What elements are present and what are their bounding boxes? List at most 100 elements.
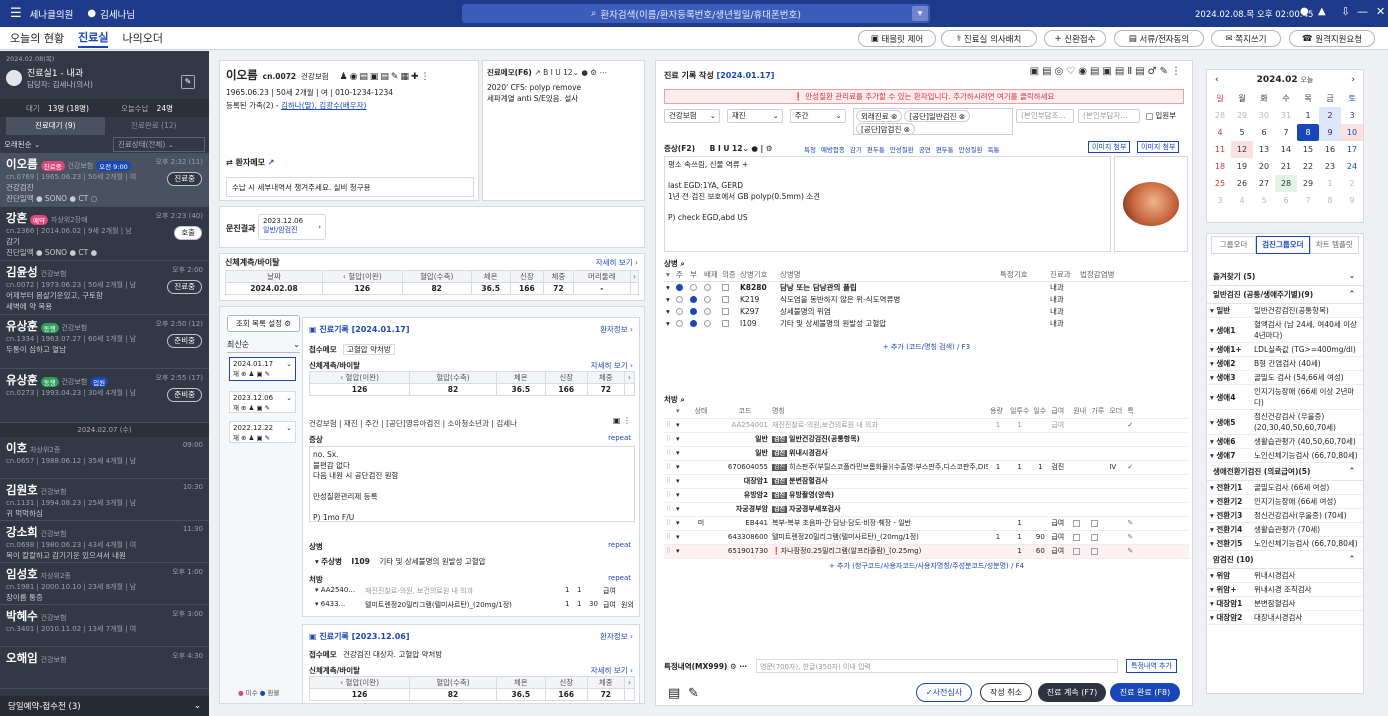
vitals-more-link[interactable]: 자세히 보기 › [596,257,638,268]
record2-vitals-more[interactable]: 자세히 보기 › [591,665,633,676]
rx-row[interactable]: ⠿ ▾ 일반 검진 위내시경검사 [664,446,1189,461]
image-attach-button-1[interactable]: 이미지 첨부 [1088,141,1131,153]
close-icon[interactable]: ✕ [1376,5,1385,18]
patient-tools-icons[interactable]: ♟◉▤▣▤✎▦✚⋮ [340,72,432,82]
calendar-day[interactable]: 7 [1275,124,1297,141]
past-patient-card[interactable]: 이호 차상위2종 09:00 cn.0657 | 1988.06.12 | 35… [0,437,209,479]
past-patient-card[interactable]: 임성호 자상위2종 오후 1:00 cn.1981 | 2000.10.10 |… [0,563,209,605]
family-links[interactable]: 김하나(딸), 김광수(배우자) [281,101,366,110]
group-order-item[interactable]: ▾ 생애3 골밀도 검사 (54,66세 여성) [1207,370,1363,385]
history-date-card[interactable]: 2024.01.17 ⌄ 재 ⊕ ♟ ▣ ✎ [229,357,296,381]
waiting-patient-card[interactable]: 유상훈 동행 건강보험 입원 오후 2:55 (17) cn.0273 | 19… [0,369,209,423]
download-icon[interactable]: ⇩ [1341,5,1350,18]
continue-button[interactable]: 진료 계속 (F7) [1038,683,1106,702]
group-order-item[interactable]: ▾ 생애5 정신건강검사 (우울증) (20,30,40,50,60,70세) [1207,409,1363,435]
patient-action-button[interactable]: 진료중 [167,280,202,294]
calendar-day[interactable]: 29 [1297,175,1319,192]
group-order-item[interactable]: ▾ 전환기1 골밀도검사 (66세 여성) [1207,481,1363,495]
dx-search-icon[interactable]: ⌕ [680,259,684,268]
rx-row[interactable]: ⠿ ▾ 유방암2 검진 유방촬영(양측) [664,488,1189,503]
calendar-day[interactable]: 14 [1275,141,1297,158]
record1-rx-repeat[interactable]: repeat [608,574,631,582]
dx-row[interactable]: ▾ K297 상세불명의 위염 내과 [664,305,1189,317]
group-order-item[interactable]: ▾ 전환기4 생활습관평가 (70세) [1207,522,1363,537]
calendar-day[interactable]: 8 [1319,192,1341,209]
calendar-day[interactable]: 9 [1319,124,1341,141]
cancel-writing-button[interactable]: 작성 취소 [980,683,1032,702]
waiting-patient-card[interactable]: 강혼 예약 자상위2장애 오후 2:23 (40) cn.2366 | 2014… [0,207,209,261]
edit-room-icon[interactable]: ✎ [181,75,195,89]
memo-toolbar[interactable]: ↗ B I U 12⌄ ● ⚙ ⋯ [534,68,606,77]
quick-tag[interactable]: 만성질환 [890,146,914,154]
tab-done[interactable]: 진료완료 (12) [105,117,204,135]
rx-row[interactable]: ⠿ ▾ 643308600 텔미트렌정20밀리그램(텔미사르탄)_(20mg/1정… [664,530,1189,545]
calendar-day[interactable]: 20 [1253,158,1275,175]
calendar-day[interactable]: 4 [1209,124,1231,141]
dx-row[interactable]: ▾ I109 기타 및 상세불명의 원발성 고혈압 내과 [664,317,1189,329]
rx-row[interactable]: ⠿ ▾ 자궁경부암 검진 자궁경부세포검사 [664,502,1189,517]
record1-vitals-more[interactable]: 자세히 보기 › [591,360,633,371]
sub-dx-radio[interactable] [690,284,697,292]
rx-row[interactable]: ⠿ ▾ 651901730 ❗자나팜정0.25밀리그램(알프라졸람)_(0.25m… [664,544,1189,559]
clipboard-icon[interactable]: ▤ [668,686,680,701]
record1-dx-repeat[interactable]: repeat [608,541,631,549]
chat-icon[interactable]: ● [1300,6,1309,17]
main-dx-radio[interactable] [676,320,683,327]
patient-search-bar[interactable]: ⌕ 환자검색(이름/환자등록번호/생년월일/휴대폰번호) ▾ [462,4,930,23]
calendar-day[interactable]: 2 [1319,107,1341,124]
chronic-alert-banner[interactable]: ❗ 만성질환 관리료를 추가할 수 있는 환자입니다. 추가하시려면 여기를 클… [664,89,1184,104]
time-select[interactable]: 주간 ⌄ [789,109,846,123]
calendar-day[interactable]: 30 [1253,107,1275,124]
calendar-day[interactable]: 3 [1209,192,1231,209]
tab-chart-template[interactable]: 차트 템플릿 [1309,236,1359,254]
record2-patient-link[interactable]: 환자정보 › [600,631,633,642]
calendar-day[interactable]: 27 [1253,175,1275,192]
rx-row[interactable]: ⠿ ▾ 670604055 검진 히스판주(부틸스코폴라민브롬화물)(수출명:부스판… [664,460,1189,475]
rx-add-link[interactable]: + 추가 (청구코드/사용자코드/사용자명칭/주성분코드/성분명) / F4 [664,561,1189,571]
inpatient-checkbox[interactable]: 입원부 [1146,110,1176,121]
dx-row[interactable]: ▾ K219 식도염을 동반하지 않은 위-식도역류병 내과 [664,293,1189,305]
status-filter-select[interactable]: 진료상태(전체) ⌄ [113,136,205,152]
visit-type-select[interactable]: 재진 ⌄ [726,109,783,123]
dx-row[interactable]: ▾ K8280 담낭 또는 담낭관의 폴립 내과 [664,281,1189,293]
sub-dx-radio[interactable] [690,308,697,315]
calendar-day[interactable]: 2 [1341,175,1363,192]
group-section-header[interactable]: 암검진 (10) ⌃ [1207,551,1363,569]
calendar-day[interactable]: 5 [1253,192,1275,209]
message-button[interactable]: ✉ 쪽지쓰기 [1211,30,1281,47]
clinic-memo-text[interactable]: 2020' CFS: polyp remove 세파계열 anti S/E있음.… [483,78,644,108]
calendar-day[interactable]: 25 [1209,175,1231,192]
calendar-day[interactable]: 11 [1209,141,1231,158]
remote-support-button[interactable]: ☎ 원격지원요청 [1289,30,1375,47]
group-order-item[interactable]: ▾ 전환기2 인지기능장애 (66세 여성) [1207,494,1363,509]
calendar-day[interactable]: 22 [1297,158,1319,175]
chip-cancer-checkup[interactable]: [공단]암검진 ⊗ [856,123,916,135]
chip-outpatient[interactable]: 외래진료 ⊗ [856,110,903,122]
powder-checkbox[interactable] [1091,519,1099,527]
patient-action-button[interactable]: 호출 [174,226,202,240]
documents-button[interactable]: ▤ 서류/전자동의 [1114,30,1204,47]
calendar-day[interactable]: 8 [1297,124,1319,141]
calendar-day[interactable]: 6 [1253,124,1275,141]
calendar-day[interactable]: 17 [1341,141,1363,158]
reservation-footer[interactable]: 당일예약-접수전 (3) ⌄ [0,696,209,716]
past-patient-card[interactable]: 오해임 건강보험 오후 4:30 [0,647,209,689]
quick-tag[interactable]: 독통 [988,146,1000,154]
exclude-dx-radio[interactable] [704,308,711,315]
record1-patient-link[interactable]: 환자정보 › [600,324,633,335]
group-order-item[interactable]: ▾ 생애4 인지기능장애 (66세 이상 2년마다) [1207,384,1363,410]
tab-my-orders[interactable]: 나의오더 [122,30,162,46]
calendar-day[interactable]: 6 [1275,192,1297,209]
copay-person-select[interactable]: (본인부담자... [1078,109,1140,123]
next-month-icon[interactable]: › [1351,75,1355,85]
tab-clinic[interactable]: 진료실 [78,29,109,48]
calendar-day[interactable]: 21 [1275,158,1297,175]
main-dx-radio[interactable] [676,308,683,315]
calendar-day[interactable]: 31 [1275,107,1297,124]
tab-waiting[interactable]: 진료대기 (9) [6,117,105,135]
patient-action-button[interactable]: 진료중 [167,172,202,186]
calendar-day[interactable]: 26 [1231,175,1253,192]
group-order-item[interactable]: ▾ 전환기3 정신건강검사(우울증) (70세) [1207,508,1363,523]
writing-toolbar-icons[interactable]: ▣▤◎♡◉▤▣▤Ⅱ▤♂✎⋮ [1030,66,1184,77]
main-dx-radio[interactable] [676,296,683,303]
